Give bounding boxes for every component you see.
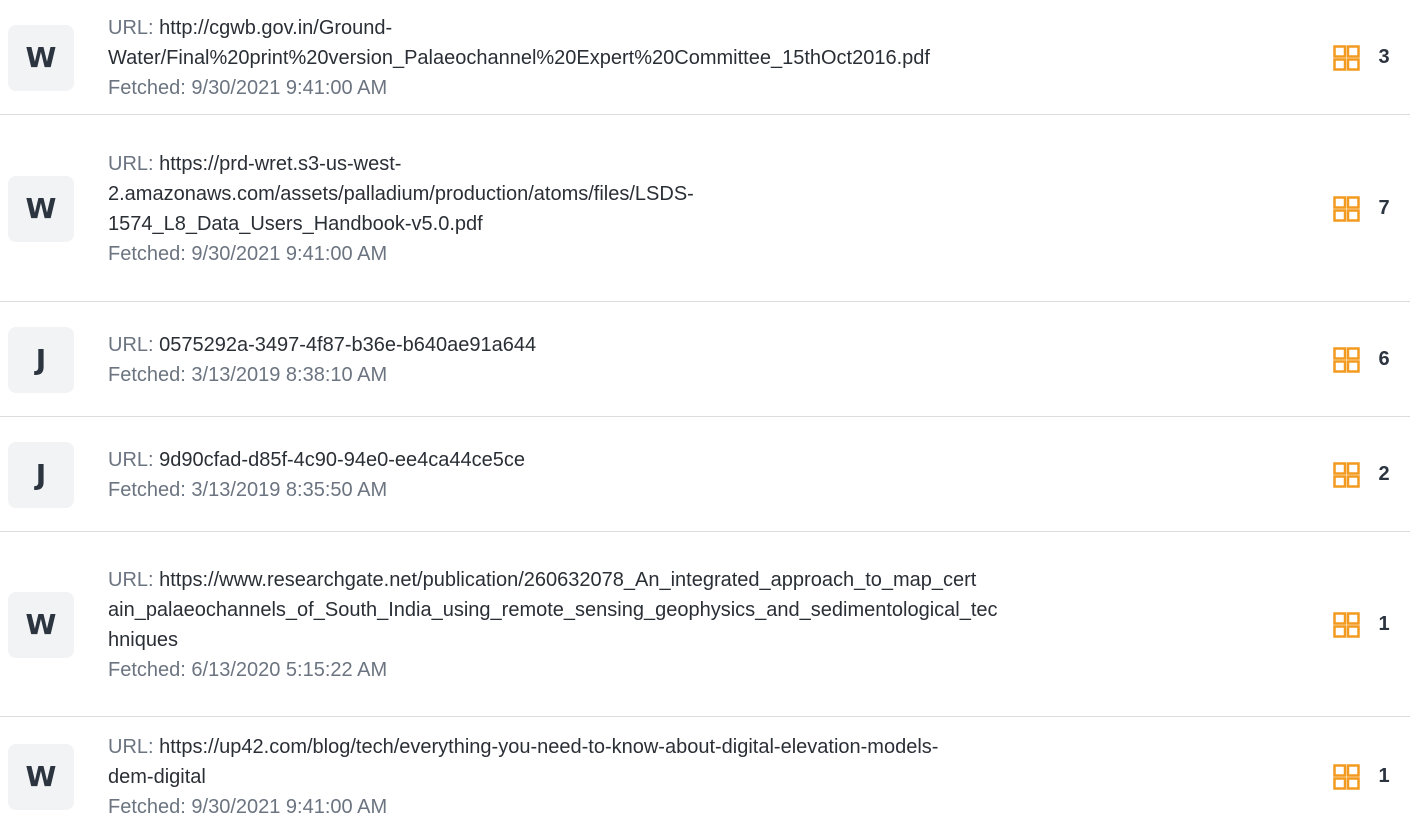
fetched-value: 6/13/2020 5:15:22 AM bbox=[191, 659, 388, 681]
source-type-badge: W bbox=[8, 25, 74, 91]
fetched-value: 9/30/2021 9:41:00 AM bbox=[191, 796, 388, 818]
match-count: 1 bbox=[1378, 765, 1390, 787]
source-url-line[interactable]: URL: 0575292a-3497-4f87-b36e-b640ae91a64… bbox=[108, 330, 1293, 360]
fetched-value: 9/30/2021 9:41:00 AM bbox=[191, 243, 388, 265]
url-label: URL: bbox=[108, 449, 160, 471]
source-row[interactable]: W URL: http://cgwb.gov.in/Ground- Water/Fi… bbox=[0, 0, 1410, 115]
source-url[interactable]: dem-digital bbox=[108, 766, 206, 788]
source-url-line[interactable]: dem-digital bbox=[108, 762, 1293, 792]
url-label: URL: bbox=[108, 334, 160, 356]
source-url[interactable]: https://prd-wret.s3-us-west- bbox=[159, 153, 401, 175]
fetched-date: Fetched: 9/30/2021 9:41:00 AM bbox=[108, 792, 1293, 822]
url-label: URL: bbox=[108, 736, 160, 758]
url-label: URL: bbox=[108, 17, 160, 39]
source-url[interactable]: hniques bbox=[108, 629, 178, 651]
fetched-label: Fetched: bbox=[108, 796, 192, 818]
source-url-line[interactable]: URL: https://www.researchgate.net/public… bbox=[108, 565, 1293, 595]
fetched-label: Fetched: bbox=[108, 479, 192, 501]
grid-icon[interactable] bbox=[1333, 196, 1360, 222]
fetched-date: Fetched: 9/30/2021 9:41:00 AM bbox=[108, 239, 1293, 269]
fetched-value: 3/13/2019 8:38:10 AM bbox=[191, 364, 388, 386]
source-url-line[interactable]: Water/Final%20print%20version_Palaeochan… bbox=[108, 43, 1293, 73]
source-type-badge: J bbox=[8, 442, 74, 508]
fetched-label: Fetched: bbox=[108, 364, 192, 386]
url-label: URL: bbox=[108, 153, 160, 175]
fetched-date: Fetched: 6/13/2020 5:15:22 AM bbox=[108, 655, 1293, 685]
source-url[interactable]: ain_palaeochannels_of_South_India_using_… bbox=[108, 599, 998, 621]
source-url[interactable]: Water/Final%20print%20version_Palaeochan… bbox=[108, 47, 930, 69]
grid-icon[interactable] bbox=[1333, 612, 1360, 638]
match-count: 6 bbox=[1378, 348, 1390, 370]
fetched-label: Fetched: bbox=[108, 659, 192, 681]
source-type-badge: W bbox=[8, 744, 74, 810]
source-url-line[interactable]: URL: 9d90cfad-d85f-4c90-94e0-ee4ca44ce5c… bbox=[108, 445, 1293, 475]
source-list: W URL: http://cgwb.gov.in/Ground- Water/Fi… bbox=[0, 0, 1410, 836]
source-url[interactable]: 9d90cfad-d85f-4c90-94e0-ee4ca44ce5ce bbox=[159, 449, 525, 471]
grid-icon[interactable] bbox=[1333, 764, 1360, 790]
grid-icon[interactable] bbox=[1333, 45, 1360, 71]
source-url[interactable]: http://cgwb.gov.in/Ground- bbox=[159, 17, 392, 39]
source-row[interactable]: J URL: 0575292a-3497-4f87-b36e-b640ae91a6… bbox=[0, 302, 1410, 417]
grid-icon[interactable] bbox=[1333, 462, 1360, 488]
grid-icon[interactable] bbox=[1333, 347, 1360, 373]
source-url[interactable]: 2.amazonaws.com/assets/palladium/product… bbox=[108, 183, 694, 205]
source-url-line[interactable]: URL: https://prd-wret.s3-us-west- bbox=[108, 149, 1293, 179]
source-url[interactable]: https://up42.com/blog/tech/everything-yo… bbox=[159, 736, 938, 758]
source-row[interactable]: W URL: https://prd-wret.s3-us-west- 2.amaz… bbox=[0, 115, 1410, 302]
source-url-line[interactable]: hniques bbox=[108, 625, 1293, 655]
source-details: URL: https://www.researchgate.net/public… bbox=[108, 565, 1293, 685]
fetched-label: Fetched: bbox=[108, 243, 192, 265]
fetched-date: Fetched: 3/13/2019 8:35:50 AM bbox=[108, 475, 1293, 505]
source-url[interactable]: 0575292a-3497-4f87-b36e-b640ae91a644 bbox=[159, 334, 536, 356]
source-details: URL: 0575292a-3497-4f87-b36e-b640ae91a64… bbox=[108, 330, 1293, 390]
fetched-date: Fetched: 9/30/2021 9:41:00 AM bbox=[108, 73, 1293, 103]
source-type-badge: W bbox=[8, 176, 74, 242]
source-details: URL: https://up42.com/blog/tech/everythi… bbox=[108, 732, 1293, 822]
fetched-value: 3/13/2019 8:35:50 AM bbox=[191, 479, 388, 501]
fetched-label: Fetched: bbox=[108, 77, 192, 99]
source-row[interactable]: J URL: 9d90cfad-d85f-4c90-94e0-ee4ca44ce5… bbox=[0, 417, 1410, 532]
fetched-date: Fetched: 3/13/2019 8:38:10 AM bbox=[108, 360, 1293, 390]
source-type-badge: J bbox=[8, 327, 74, 393]
source-details: URL: http://cgwb.gov.in/Ground- Water/Fin… bbox=[108, 13, 1293, 103]
source-row[interactable]: W URL: https://up42.com/blog/tech/everyth… bbox=[0, 717, 1410, 836]
match-count: 1 bbox=[1378, 613, 1390, 635]
source-url-line[interactable]: ain_palaeochannels_of_South_India_using_… bbox=[108, 595, 1293, 625]
source-url-line[interactable]: URL: http://cgwb.gov.in/Ground- bbox=[108, 13, 1293, 43]
source-type-badge: W bbox=[8, 592, 74, 658]
source-details: URL: 9d90cfad-d85f-4c90-94e0-ee4ca44ce5c… bbox=[108, 445, 1293, 505]
url-label: URL: bbox=[108, 569, 160, 591]
source-url[interactable]: 1574_L8_Data_Users_Handbook-v5.0.pdf bbox=[108, 213, 483, 235]
match-count: 2 bbox=[1378, 463, 1390, 485]
match-count: 7 bbox=[1378, 197, 1390, 219]
source-details: URL: https://prd-wret.s3-us-west- 2.amazo… bbox=[108, 149, 1293, 269]
source-url[interactable]: https://www.researchgate.net/publication… bbox=[159, 569, 976, 591]
source-row[interactable]: W URL: https://www.researchgate.net/publi… bbox=[0, 532, 1410, 717]
fetched-value: 9/30/2021 9:41:00 AM bbox=[191, 77, 388, 99]
source-url-line[interactable]: 1574_L8_Data_Users_Handbook-v5.0.pdf bbox=[108, 209, 1293, 239]
source-url-line[interactable]: 2.amazonaws.com/assets/palladium/product… bbox=[108, 179, 1293, 209]
source-url-line[interactable]: URL: https://up42.com/blog/tech/everythi… bbox=[108, 732, 1293, 762]
match-count: 3 bbox=[1378, 46, 1390, 68]
